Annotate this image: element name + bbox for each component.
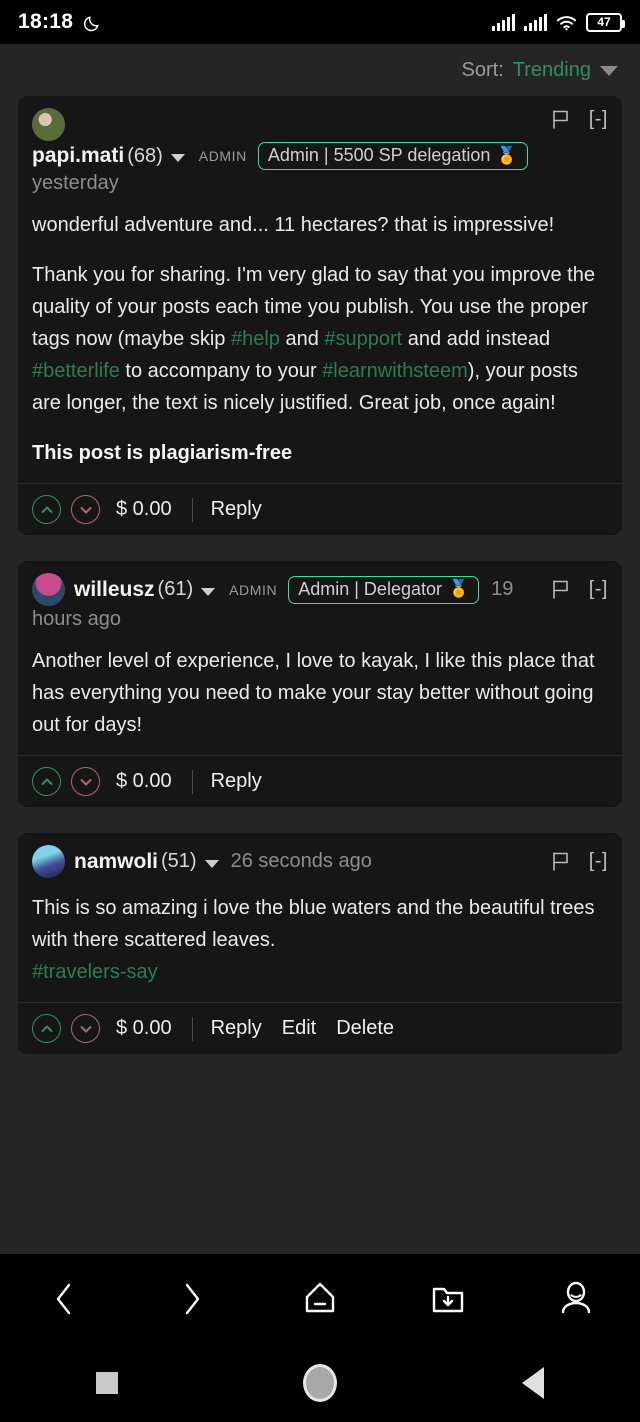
comment-body: This is so amazing i love the blue water… (18, 886, 622, 1002)
delete-button[interactable]: Delete (336, 1017, 394, 1040)
back-triangle-icon[interactable] (427, 1367, 640, 1399)
comment-author[interactable]: willeusz (74, 578, 155, 602)
collapse-toggle[interactable]: [-] (589, 578, 608, 601)
action-divider (191, 769, 193, 794)
comment-header: [-] papi.mati (68) ADMIN Admin | 5500 SP… (18, 96, 622, 203)
recents-square-icon[interactable] (0, 1372, 213, 1394)
downvote-icon[interactable] (71, 767, 100, 796)
downvote-icon[interactable] (71, 495, 100, 524)
sort-label: Sort: (461, 58, 504, 81)
text-segment: and (279, 328, 325, 350)
hashtag-link[interactable]: #help (231, 328, 280, 350)
role-badge-text: Admin | Delegator (298, 578, 442, 599)
profile-icon[interactable] (512, 1279, 640, 1319)
battery-level: 47 (597, 15, 611, 29)
comment-timestamp: yesterday (32, 172, 119, 194)
author-menu-caret-icon[interactable] (170, 154, 185, 162)
avatar-namwoli[interactable] (32, 845, 65, 878)
text-segment: to accompany to your (119, 360, 323, 382)
comment-author[interactable]: namwoli (74, 850, 158, 874)
browser-toolbar (0, 1254, 640, 1344)
payout-amount: $ 0.00 (116, 1017, 172, 1039)
battery-icon: 47 (586, 12, 625, 32)
home-circle-icon[interactable] (213, 1364, 426, 1402)
comment-item: willeusz (61) ADMIN Admin | Delegator 🏅 … (18, 561, 622, 807)
comment-paragraph: Another level of experience, I love to k… (32, 650, 595, 736)
comment-item: namwoli (51) 26 seconds ago [-] This is … (18, 833, 622, 1054)
comment-reputation: (51) (161, 850, 197, 872)
reply-button[interactable]: Reply (211, 498, 262, 521)
author-menu-caret-icon[interactable] (204, 859, 219, 868)
chevron-down-icon[interactable] (600, 66, 618, 76)
action-divider (191, 497, 193, 522)
hashtag-link[interactable]: #betterlife (32, 360, 120, 382)
collapse-toggle[interactable]: [-] (589, 850, 608, 873)
reply-button[interactable]: Reply (211, 1017, 262, 1040)
comment-actions: $ 0.00 Reply Edit Delete (18, 1002, 622, 1054)
comment-author[interactable]: papi.mati (32, 144, 124, 168)
comment-actions: $ 0.00 Reply (18, 483, 622, 535)
crescent-moon-icon (83, 13, 102, 32)
medal-icon: 🏅 (496, 145, 518, 165)
system-navigation-bar (0, 1344, 640, 1422)
comment-paragraph-rich: Thank you for sharing. I'm very glad to … (32, 259, 608, 419)
role-badge[interactable]: Admin | Delegator 🏅 (288, 575, 480, 604)
comment-body: Another level of experience, I love to k… (18, 639, 622, 755)
flag-icon[interactable] (551, 109, 571, 130)
status-bar-clock: 18:18 (18, 10, 74, 33)
downvote-icon[interactable] (71, 1014, 100, 1043)
upvote-icon[interactable] (32, 1014, 61, 1043)
admin-label: ADMIN (198, 148, 247, 164)
hashtag-link[interactable]: #learnwithsteem (322, 360, 468, 382)
sort-value[interactable]: Trending (513, 59, 591, 82)
comment-header: namwoli (51) 26 seconds ago [-] (18, 833, 622, 886)
comment-reputation: (68) (127, 144, 163, 167)
status-bar-left: 18:18 (18, 10, 102, 34)
role-badge-text: Admin | 5500 SP delegation (267, 145, 491, 165)
flag-icon[interactable] (551, 851, 571, 872)
upvote-icon[interactable] (32, 767, 61, 796)
comment-header: willeusz (61) ADMIN Admin | Delegator 🏅 … (18, 561, 622, 639)
sort-bar[interactable]: Sort: Trending (0, 44, 640, 96)
payout-amount: $ 0.00 (116, 770, 172, 792)
status-bar-right: 47 (492, 12, 625, 32)
wifi-icon (556, 14, 577, 31)
comment-item: [-] papi.mati (68) ADMIN Admin | 5500 SP… (18, 96, 622, 535)
signal-bars-icon (524, 13, 547, 31)
comment-timestamp: 26 seconds ago (230, 850, 372, 872)
action-divider (191, 1016, 193, 1041)
comment-reputation: (61) (157, 578, 194, 600)
comment-body: wonderful adventure and... 11 hectares? … (18, 203, 622, 483)
payout-amount: $ 0.00 (116, 498, 172, 520)
flag-icon[interactable] (551, 579, 571, 600)
comment-paragraph: wonderful adventure and... 11 hectares? … (32, 214, 555, 236)
downloads-folder-icon[interactable] (384, 1279, 512, 1319)
text-segment: and add instead (402, 328, 551, 350)
home-icon[interactable] (256, 1279, 384, 1319)
forward-icon[interactable] (128, 1279, 256, 1319)
reply-button[interactable]: Reply (211, 770, 262, 793)
role-badge[interactable]: Admin | 5500 SP delegation 🏅 (257, 142, 528, 170)
upvote-icon[interactable] (32, 495, 61, 524)
comment-timestamp: 19 (491, 578, 514, 600)
status-bar: 18:18 47 (0, 0, 640, 44)
comment-timestamp-wrap: hours ago (32, 608, 121, 630)
edit-button[interactable]: Edit (282, 1017, 316, 1040)
collapse-toggle[interactable]: [-] (589, 108, 608, 131)
hashtag-link[interactable]: #support (324, 328, 402, 350)
comment-paragraph: This is so amazing i love the blue water… (32, 897, 595, 951)
back-icon[interactable] (0, 1279, 128, 1319)
hashtag-link[interactable]: #travelers-say (32, 956, 608, 988)
admin-label: ADMIN (229, 581, 278, 598)
comment-paragraph-bold: This post is plagiarism-free (32, 442, 293, 464)
author-menu-caret-icon[interactable] (201, 587, 216, 596)
comment-actions: $ 0.00 Reply (18, 755, 622, 807)
signal-bars-icon (492, 13, 516, 31)
medal-icon: 🏅 (447, 579, 470, 598)
phone-screen: 18:18 47 Sort: Trending [-] papi.mati (6… (0, 0, 640, 1422)
comments-list: [-] papi.mati (68) ADMIN Admin | 5500 SP… (0, 96, 640, 1054)
avatar-willeusz[interactable] (32, 573, 65, 606)
